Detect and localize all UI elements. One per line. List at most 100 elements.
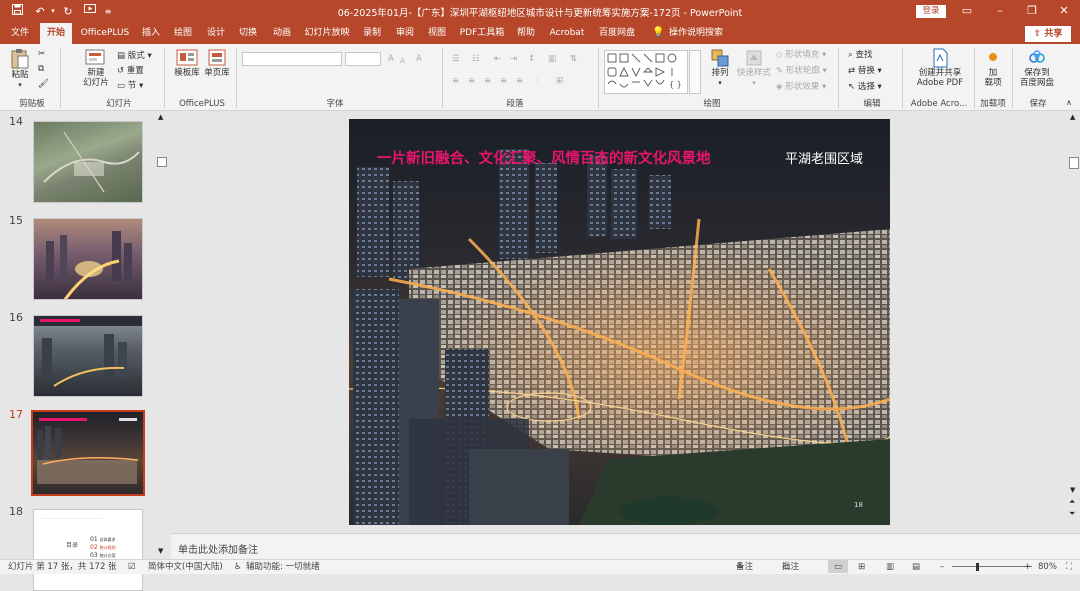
tab-home[interactable]: 开始 xyxy=(40,23,72,44)
tab-draw[interactable]: 绘图 xyxy=(171,23,195,44)
slide-thumbnail-17[interactable] xyxy=(31,410,145,496)
slide-scrollbar[interactable]: ▲ ▼ ⏶ ⏷ xyxy=(1068,111,1080,531)
paste-button[interactable]: 粘贴 ▾ xyxy=(6,48,34,90)
zoom-out-icon[interactable]: – xyxy=(940,560,944,574)
tell-me-search[interactable]: 操作说明搜索 xyxy=(666,23,726,44)
justify-icon[interactable]: ≡ xyxy=(500,76,507,86)
select-button[interactable]: ↖ 选择 ▾ xyxy=(848,82,882,92)
scrollbar-thumb[interactable] xyxy=(157,157,167,167)
addins-button[interactable]: 加 载项 xyxy=(978,48,1008,88)
format-painter-icon[interactable]: 🖌 xyxy=(38,79,49,89)
copy-icon[interactable]: ⧉ xyxy=(38,64,44,74)
tab-animations[interactable]: 动画 xyxy=(270,23,294,44)
thumbnail-scrollbar[interactable]: ▲ ▼ xyxy=(156,111,168,559)
tab-view[interactable]: 视图 xyxy=(425,23,449,44)
tab-review[interactable]: 审阅 xyxy=(393,23,417,44)
reset-button[interactable]: ↺ 重置 xyxy=(117,66,144,76)
cut-icon[interactable]: ✂ xyxy=(38,49,45,59)
layout-button[interactable]: ▤ 版式 ▾ xyxy=(117,51,152,61)
notes-placeholder[interactable]: 单击此处添加备注 xyxy=(178,541,258,556)
text-direction-icon[interactable]: ⇅ xyxy=(570,54,577,64)
align-center-icon[interactable]: ≡ xyxy=(468,76,475,86)
section-button[interactable]: ▭ 节 ▾ xyxy=(117,81,143,91)
align-left-icon[interactable]: ≡ xyxy=(452,76,459,86)
collapse-ribbon-icon[interactable]: ∧ xyxy=(1066,98,1072,108)
tab-design[interactable]: 设计 xyxy=(204,23,228,44)
bullets-icon[interactable]: ☰ xyxy=(452,54,460,64)
scroll-up-icon[interactable]: ▲ xyxy=(158,113,163,121)
slide-thumbnail-16[interactable] xyxy=(33,315,143,397)
increase-indent-icon[interactable]: ⇥ xyxy=(510,54,517,64)
start-from-beginning-icon[interactable] xyxy=(82,4,98,19)
tab-file[interactable]: 文件 xyxy=(6,23,34,44)
align-right-icon[interactable]: ≡ xyxy=(484,76,491,86)
tab-baidu-netdisk[interactable]: 百度网盘 xyxy=(596,23,638,44)
slide-thumbnail-15[interactable] xyxy=(33,218,143,300)
fit-to-window-icon[interactable]: ⛶ xyxy=(1066,560,1072,574)
tab-pdf-toolbox[interactable]: PDF工具箱 xyxy=(459,23,505,44)
previous-slide-icon[interactable]: ⏶ xyxy=(1069,497,1075,507)
numbering-icon[interactable]: ☷ xyxy=(472,54,480,64)
restore-icon[interactable]: ❐ xyxy=(1021,3,1043,19)
minimize-icon[interactable]: – xyxy=(989,3,1011,19)
distributed-icon[interactable]: ≡ xyxy=(516,76,523,86)
replace-button[interactable]: ⇄ 替换 ▾ xyxy=(848,66,882,76)
language-indicator[interactable]: 简体中文(中国大陆) xyxy=(148,560,223,574)
smartart-icon[interactable]: ⊞ xyxy=(556,76,563,86)
zoom-slider-thumb[interactable] xyxy=(976,563,979,571)
font-name-combobox[interactable] xyxy=(242,52,342,66)
zoom-level[interactable]: 80% xyxy=(1038,560,1057,574)
slide-thumbnail-18[interactable]: 目录 01 总体要求 02 统计规划 03 统计方案 xyxy=(33,509,143,591)
tab-slideshow[interactable]: 幻灯片放映 xyxy=(304,23,350,44)
accessibility-icon[interactable]: ♿ xyxy=(234,560,242,574)
reading-view-icon[interactable]: ▥ xyxy=(886,560,894,574)
zoom-in-icon[interactable]: + xyxy=(1024,560,1031,574)
ribbon-display-options-icon[interactable]: ▭ xyxy=(956,3,978,19)
align-text-icon[interactable]: ⫶ xyxy=(536,76,538,86)
new-slide-button[interactable]: 新建 幻灯片 xyxy=(78,48,114,88)
undo-dropdown-icon[interactable]: ▾ xyxy=(45,4,61,19)
quick-styles-button[interactable]: 快速样式 ▾ xyxy=(736,48,772,88)
slide-headline[interactable]: 一片新旧融合、文化汇聚、风情百态的新文化风景地 xyxy=(377,147,711,168)
next-slide-icon[interactable]: ⏷ xyxy=(1069,509,1075,519)
shape-fill-button[interactable]: ◇ 形状填充 ▾ xyxy=(776,50,826,60)
current-slide[interactable]: 一片新旧融合、文化汇聚、风情百态的新文化风景地 平湖老围区域 18 xyxy=(349,119,890,525)
slideshow-icon[interactable]: ▤ xyxy=(912,560,920,574)
shapes-gallery[interactable]: { } xyxy=(604,50,688,94)
share-button[interactable]: ⇪ 共享 xyxy=(1025,26,1071,42)
shapes-gallery-scroll[interactable] xyxy=(689,50,701,94)
close-icon[interactable]: ✕ xyxy=(1053,3,1075,19)
zoom-slider[interactable] xyxy=(952,566,1032,567)
scrollbar-thumb[interactable] xyxy=(1069,157,1079,169)
customize-qat-icon[interactable]: ≡ xyxy=(100,4,116,19)
tab-help[interactable]: 帮助 xyxy=(514,23,538,44)
tab-officeplus[interactable]: OfficePLUS xyxy=(77,23,133,44)
scroll-up-icon[interactable]: ▲ xyxy=(1070,113,1075,121)
tab-transitions[interactable]: 切换 xyxy=(236,23,260,44)
slide-thumbnail-14[interactable] xyxy=(33,121,143,203)
save-icon[interactable] xyxy=(9,4,25,19)
tab-acrobat[interactable]: Acrobat xyxy=(547,23,587,44)
find-button[interactable]: ⌕ 查找 xyxy=(848,50,872,60)
single-page-library-button[interactable]: 单页库 xyxy=(203,48,231,78)
tab-record[interactable]: 录制 xyxy=(360,23,384,44)
clear-formatting-icon[interactable]: A xyxy=(416,54,422,64)
template-library-button[interactable]: 模板库 xyxy=(172,48,202,78)
grow-font-icon[interactable]: A xyxy=(388,54,394,64)
line-spacing-icon[interactable]: ↕ xyxy=(528,54,535,64)
tab-insert[interactable]: 插入 xyxy=(139,23,163,44)
columns-icon[interactable]: ▥ xyxy=(548,54,556,64)
scroll-down-icon[interactable]: ▼ xyxy=(158,547,163,555)
notes-pane[interactable]: 单击此处添加备注 xyxy=(171,533,1080,559)
shrink-font-icon[interactable]: A xyxy=(400,56,405,66)
font-size-combobox[interactable] xyxy=(345,52,381,66)
area-label[interactable]: 平湖老围区域 xyxy=(785,148,863,167)
scroll-down-icon[interactable]: ▼ xyxy=(1070,486,1075,494)
slide-sorter-icon[interactable]: ⊞ xyxy=(858,560,865,574)
decrease-indent-icon[interactable]: ⇤ xyxy=(494,54,501,64)
shape-effects-button[interactable]: ◈ 形状效果 ▾ xyxy=(776,82,826,92)
redo-icon[interactable]: ↻ xyxy=(60,4,76,19)
login-button[interactable]: 登录 xyxy=(916,5,946,18)
normal-view-icon[interactable]: ▭ xyxy=(828,560,848,573)
save-to-baidu-button[interactable]: 保存到 百度网盘 xyxy=(1016,48,1058,88)
